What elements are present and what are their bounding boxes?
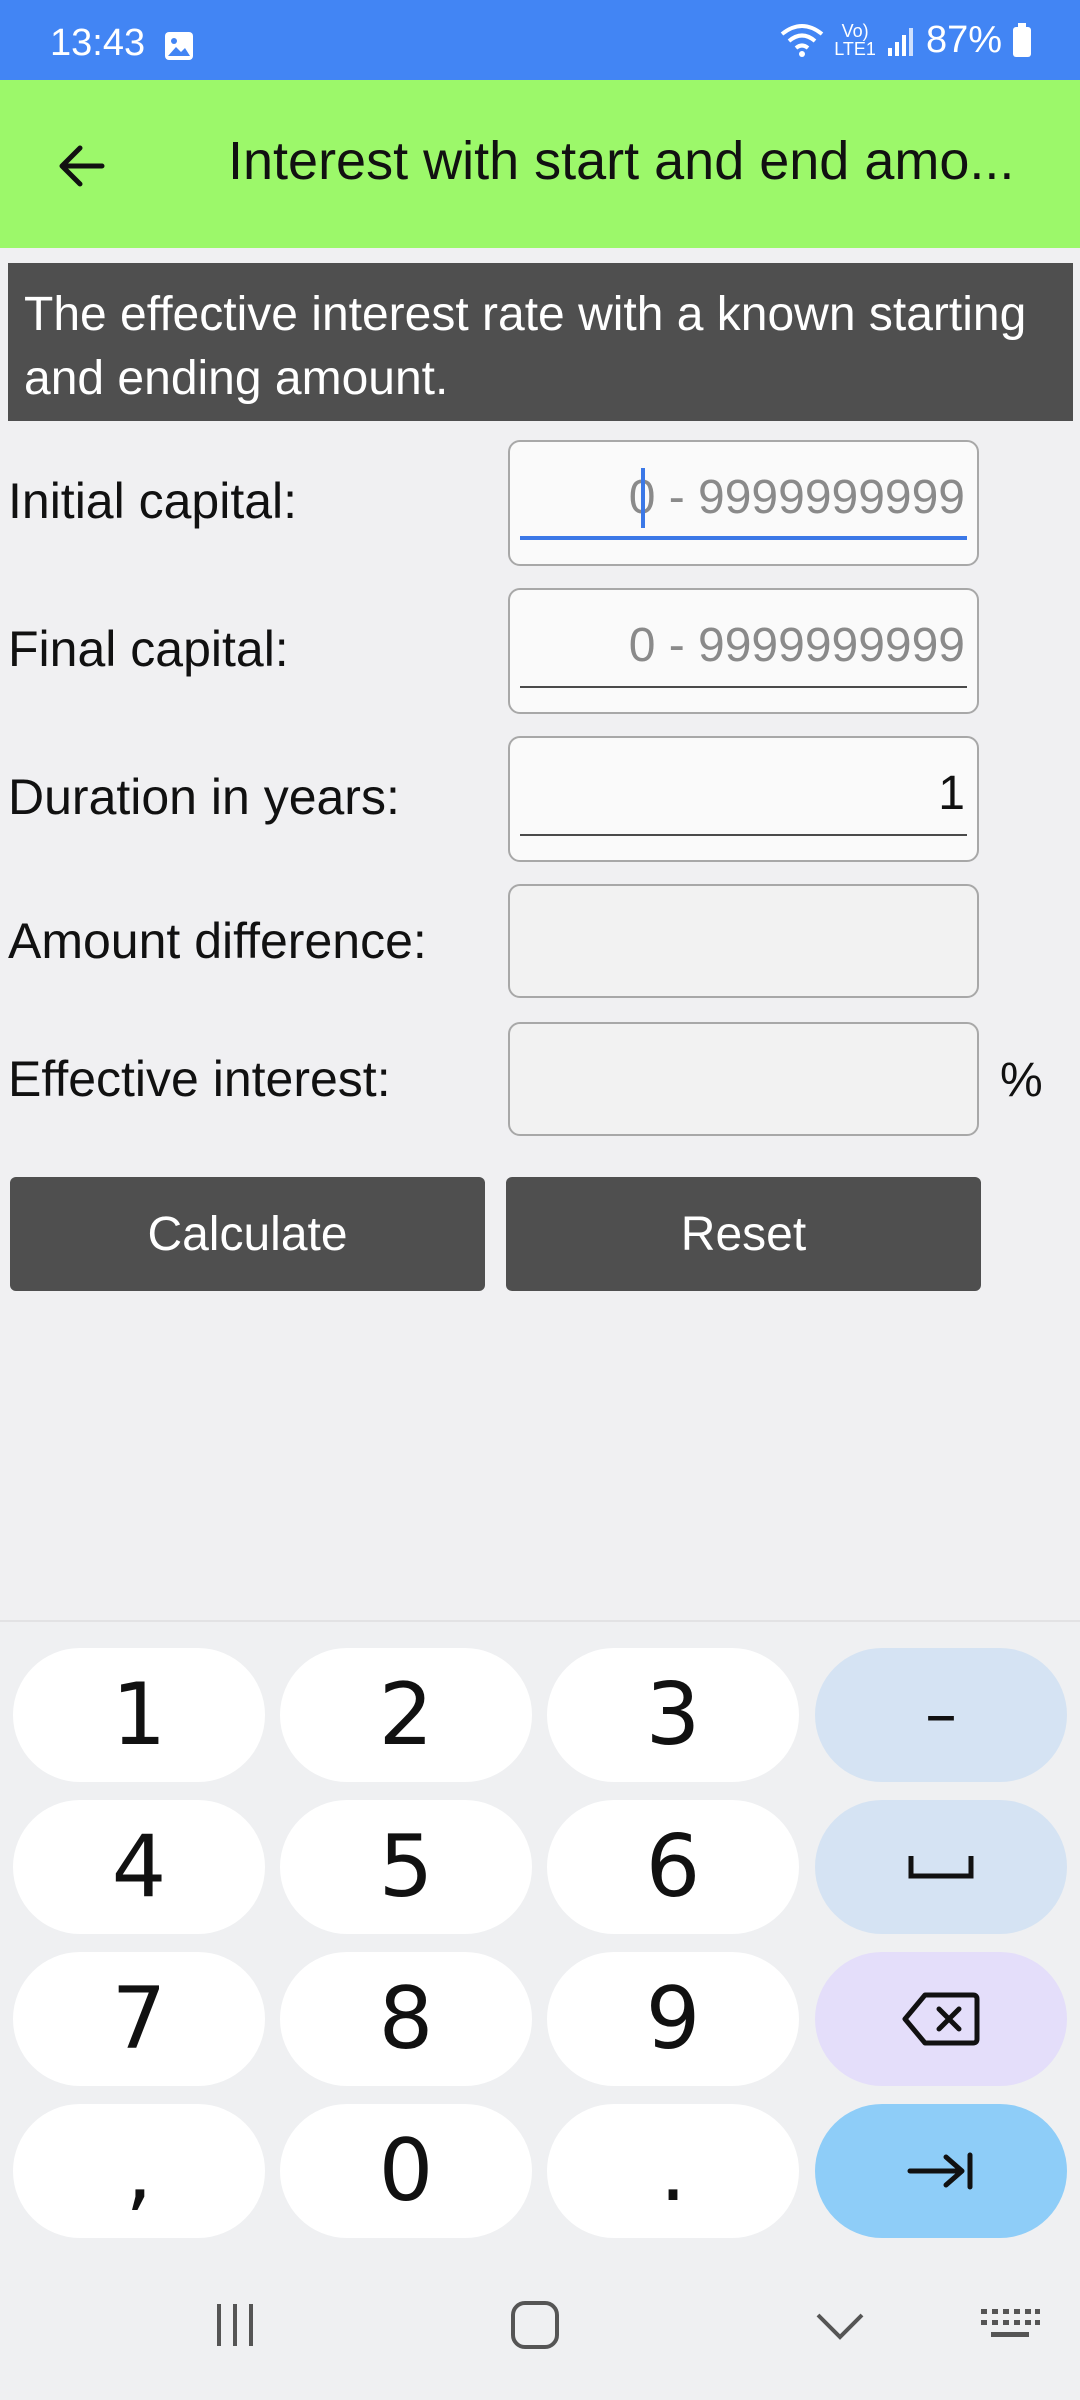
signal-icon xyxy=(887,28,913,56)
page-title: Interest with start and end amo... xyxy=(228,131,1015,191)
battery-icon xyxy=(1013,23,1031,57)
network-label: Vo) LTE1 xyxy=(834,21,876,59)
status-time: 13:43 xyxy=(50,22,146,64)
key-6[interactable]: 6 xyxy=(547,1800,799,1934)
status-right: Vo) LTE1 87% xyxy=(780,18,1032,61)
final-capital-input[interactable]: 0 - 9999999999 xyxy=(520,612,967,688)
amount-difference-output xyxy=(508,884,979,998)
image-icon xyxy=(165,32,193,60)
percent-unit: % xyxy=(1000,1054,1043,1107)
hide-keyboard-icon xyxy=(816,2313,864,2340)
tab-next-icon xyxy=(907,2152,973,2190)
initial-capital-placeholder: 0 - 9999999999 xyxy=(628,471,965,524)
initial-capital-label: Initial capital: xyxy=(8,473,298,529)
key-2[interactable]: 2 xyxy=(280,1648,532,1782)
space-icon xyxy=(908,1856,974,1879)
final-capital-field[interactable]: 0 - 9999999999 xyxy=(508,588,979,714)
key-period[interactable]: . xyxy=(547,2104,799,2238)
key-1[interactable]: 1 xyxy=(13,1648,265,1782)
home-icon xyxy=(511,2301,559,2349)
key-4[interactable]: 4 xyxy=(13,1800,265,1934)
key-next[interactable] xyxy=(815,2104,1067,2238)
key-backspace[interactable] xyxy=(815,1952,1067,2086)
description-banner: The effective interest rate with a known… xyxy=(8,263,1073,421)
duration-input[interactable]: 1 xyxy=(520,760,967,836)
keyboard-switch-icon xyxy=(981,2309,1040,2337)
keyboard-switch-button[interactable] xyxy=(965,2290,1055,2360)
key-9[interactable]: 9 xyxy=(547,1952,799,2086)
key-0[interactable]: 0 xyxy=(280,2104,532,2238)
key-minus[interactable]: – xyxy=(815,1648,1067,1782)
calculate-button[interactable]: Calculate xyxy=(10,1177,485,1291)
backspace-icon xyxy=(902,1992,980,2046)
final-capital-placeholder: 0 - 9999999999 xyxy=(628,619,965,672)
navigation-bar xyxy=(0,2260,1080,2400)
key-3[interactable]: 3 xyxy=(547,1648,799,1782)
amount-difference-label: Amount difference: xyxy=(8,913,427,969)
effective-interest-label: Effective interest: xyxy=(8,1051,391,1107)
initial-capital-field[interactable]: 0 - 9999999999 xyxy=(508,440,979,566)
app-bar: Interest with start and end amo... xyxy=(0,80,1080,248)
arrow-left-icon xyxy=(59,145,105,187)
key-5[interactable]: 5 xyxy=(280,1800,532,1934)
hide-keyboard-button[interactable] xyxy=(795,2290,885,2360)
recents-icon xyxy=(217,2304,253,2346)
duration-field[interactable]: 1 xyxy=(508,736,979,862)
final-capital-label: Final capital: xyxy=(8,621,289,677)
home-button[interactable] xyxy=(490,2290,580,2360)
reset-button[interactable]: Reset xyxy=(506,1177,981,1291)
battery-percent: 87% xyxy=(925,18,1002,61)
key-8[interactable]: 8 xyxy=(280,1952,532,2086)
key-comma[interactable]: , xyxy=(13,2104,265,2238)
status-bar: 13:43 Vo) LTE1 87% xyxy=(0,0,1080,80)
back-button[interactable] xyxy=(40,124,124,208)
key-7[interactable]: 7 xyxy=(13,1952,265,2086)
text-caret xyxy=(641,468,645,528)
key-space[interactable] xyxy=(815,1800,1067,1934)
initial-capital-input[interactable]: 0 - 9999999999 xyxy=(520,464,967,540)
effective-interest-output xyxy=(508,1022,979,1136)
recents-button[interactable] xyxy=(190,2290,280,2360)
duration-label: Duration in years: xyxy=(8,769,400,825)
numeric-keyboard: 1 2 3 – 4 5 6 7 8 9 , 0 . xyxy=(0,1620,1080,2260)
wifi-icon xyxy=(781,24,824,57)
